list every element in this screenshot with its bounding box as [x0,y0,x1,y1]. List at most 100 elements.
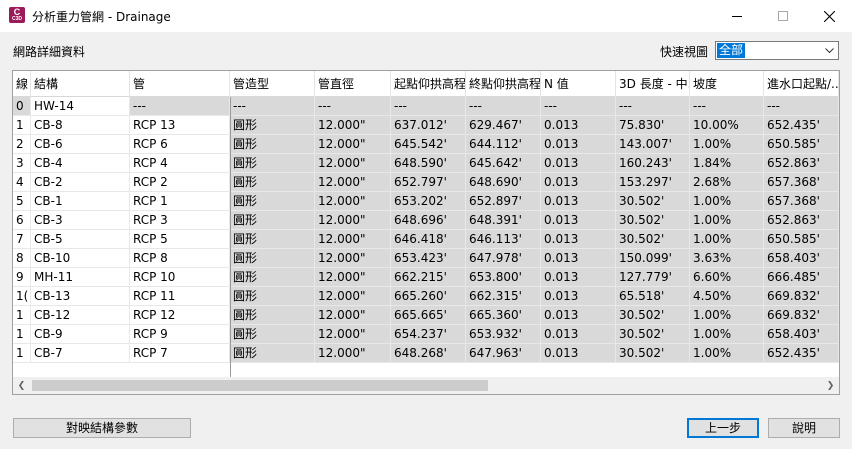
cell-structure[interactable]: CB-6 [31,135,130,154]
cell-end-invert[interactable]: 647.978' [466,249,541,268]
cell-pipe[interactable]: RCP 12 [130,306,230,325]
table-row[interactable]: 8 CB-10 RCP 8 圓形 12.000" 653.423' 647.978' 0.01… [13,249,839,268]
cell-3d-length[interactable]: 30.502' [616,211,690,230]
back-button[interactable]: 上一步 [687,418,759,438]
table-row[interactable]: 1 CB-9 RCP 9 圓形 12.000" 654.237' 653.932' 0.013… [13,325,839,344]
cell-n-value[interactable]: --- [541,97,616,116]
cell-start-invert[interactable]: 662.215' [391,268,466,287]
cell-pipe-shape[interactable]: 圓形 [230,249,315,268]
cell-structure[interactable]: CB-4 [31,154,130,173]
table-row[interactable]: 7 CB-5 RCP 5 圓形 12.000" 646.418' 646.113' 0.013… [13,230,839,249]
cell-inlet-start[interactable]: 657.368' [764,192,839,211]
cell-inlet-start[interactable]: 666.485' [764,268,839,287]
cell-3d-length[interactable]: --- [616,97,690,116]
cell-pipe-diameter[interactable]: 12.000" [315,116,391,135]
cell-pipe[interactable]: RCP 2 [130,173,230,192]
cell-inlet-start[interactable]: 652.435' [764,344,839,363]
cell-pipe-shape[interactable]: 圓形 [230,268,315,287]
map-structure-parameters-button[interactable]: 對映結構參數 [13,418,191,438]
cell-inlet-start[interactable]: 652.863' [764,154,839,173]
cell-3d-length[interactable]: 127.779' [616,268,690,287]
cell-line[interactable]: 2 [13,135,31,154]
cell-pipe-diameter[interactable]: 12.000" [315,211,391,230]
cell-pipe-shape[interactable]: --- [230,97,315,116]
cell-structure[interactable]: CB-3 [31,211,130,230]
cell-n-value[interactable]: 0.013 [541,116,616,135]
cell-line[interactable]: 9 [13,268,31,287]
table-row[interactable]: 2 CB-6 RCP 6 圓形 12.000" 645.542' 644.112' 0.013… [13,135,839,154]
column-header-3d-length[interactable]: 3D 長度 - 中... [616,71,690,97]
cell-pipe-diameter[interactable]: 12.000" [315,192,391,211]
cell-pipe-diameter[interactable]: 12.000" [315,306,391,325]
cell-pipe-shape[interactable]: 圓形 [230,116,315,135]
cell-start-invert[interactable]: 637.012' [391,116,466,135]
scroll-thumb[interactable] [32,380,488,391]
cell-start-invert[interactable]: 653.423' [391,249,466,268]
cell-slope[interactable]: 1.00% [690,211,764,230]
cell-3d-length[interactable]: 150.099' [616,249,690,268]
cell-pipe-shape[interactable]: 圓形 [230,344,315,363]
cell-structure[interactable]: MH-11 [31,268,130,287]
cell-end-invert[interactable]: 662.315' [466,287,541,306]
cell-start-invert[interactable]: 648.268' [391,344,466,363]
cell-end-invert[interactable]: 629.467' [466,116,541,135]
column-header-pipe[interactable]: 管 [130,71,230,97]
cell-inlet-start[interactable]: 658.403' [764,325,839,344]
cell-pipe-diameter[interactable]: 12.000" [315,325,391,344]
cell-structure[interactable]: CB-7 [31,344,130,363]
maximize-button[interactable] [760,0,806,32]
column-header-line[interactable]: 線 [13,71,31,97]
cell-structure[interactable]: CB-13 [31,287,130,306]
cell-line[interactable]: 8 [13,249,31,268]
cell-end-invert[interactable]: 646.113' [466,230,541,249]
cell-pipe-shape[interactable]: 圓形 [230,211,315,230]
table-row[interactable]: 1 CB-7 RCP 7 圓形 12.000" 648.268' 647.963' 0.013… [13,344,839,363]
cell-pipe[interactable]: RCP 10 [130,268,230,287]
cell-slope[interactable]: 4.50% [690,287,764,306]
cell-line[interactable]: 4 [13,173,31,192]
cell-slope[interactable]: --- [690,97,764,116]
cell-n-value[interactable]: 0.013 [541,306,616,325]
cell-start-invert[interactable]: 665.260' [391,287,466,306]
cell-pipe-shape[interactable]: 圓形 [230,287,315,306]
cell-slope[interactable]: 6.60% [690,268,764,287]
cell-inlet-start[interactable]: 650.585' [764,135,839,154]
cell-start-invert[interactable]: --- [391,97,466,116]
cell-n-value[interactable]: 0.013 [541,192,616,211]
cell-pipe-diameter[interactable]: 12.000" [315,287,391,306]
cell-start-invert[interactable]: 653.202' [391,192,466,211]
cell-pipe-diameter[interactable]: 12.000" [315,344,391,363]
cell-pipe[interactable]: RCP 7 [130,344,230,363]
cell-3d-length[interactable]: 65.518' [616,287,690,306]
column-header-end-invert[interactable]: 終點仰拱高程 [466,71,541,97]
cell-3d-length[interactable]: 30.502' [616,230,690,249]
cell-end-invert[interactable]: 652.897' [466,192,541,211]
column-header-n-value[interactable]: N 值 [541,71,616,97]
cell-inlet-start[interactable]: 669.832' [764,287,839,306]
cell-inlet-start[interactable]: --- [764,97,839,116]
cell-pipe-shape[interactable]: 圓形 [230,306,315,325]
cell-n-value[interactable]: 0.013 [541,230,616,249]
cell-start-invert[interactable]: 654.237' [391,325,466,344]
table-row[interactable]: 4 CB-2 RCP 2 圓形 12.000" 652.797' 648.690' 0.013… [13,173,839,192]
cell-start-invert[interactable]: 646.418' [391,230,466,249]
cell-pipe-shape[interactable]: 圓形 [230,135,315,154]
table-row[interactable]: 9 MH-11 RCP 10 圓形 12.000" 662.215' 653.800' 0.0… [13,268,839,287]
cell-pipe-shape[interactable]: 圓形 [230,230,315,249]
cell-line[interactable]: 7 [13,230,31,249]
cell-inlet-start[interactable]: 652.435' [764,116,839,135]
cell-pipe-diameter[interactable]: 12.000" [315,173,391,192]
table-row[interactable]: 1(CB-13 RCP 11 圓形 12.000" 665.260' 662.315' 0.… [13,287,839,306]
cell-n-value[interactable]: 0.013 [541,287,616,306]
cell-pipe[interactable]: RCP 9 [130,325,230,344]
cell-3d-length[interactable]: 30.502' [616,192,690,211]
cell-pipe[interactable]: RCP 4 [130,154,230,173]
table-row[interactable]: 0 HW-14 --- --- --- --- --- --- --- --- --- [13,97,839,116]
column-header-inlet-start[interactable]: 進水口起點/... [764,71,839,97]
cell-line[interactable]: 6 [13,211,31,230]
cell-start-invert[interactable]: 652.797' [391,173,466,192]
cell-pipe-diameter[interactable]: 12.000" [315,268,391,287]
cell-structure[interactable]: CB-5 [31,230,130,249]
cell-end-invert[interactable]: 665.360' [466,306,541,325]
cell-slope[interactable]: 1.84% [690,154,764,173]
